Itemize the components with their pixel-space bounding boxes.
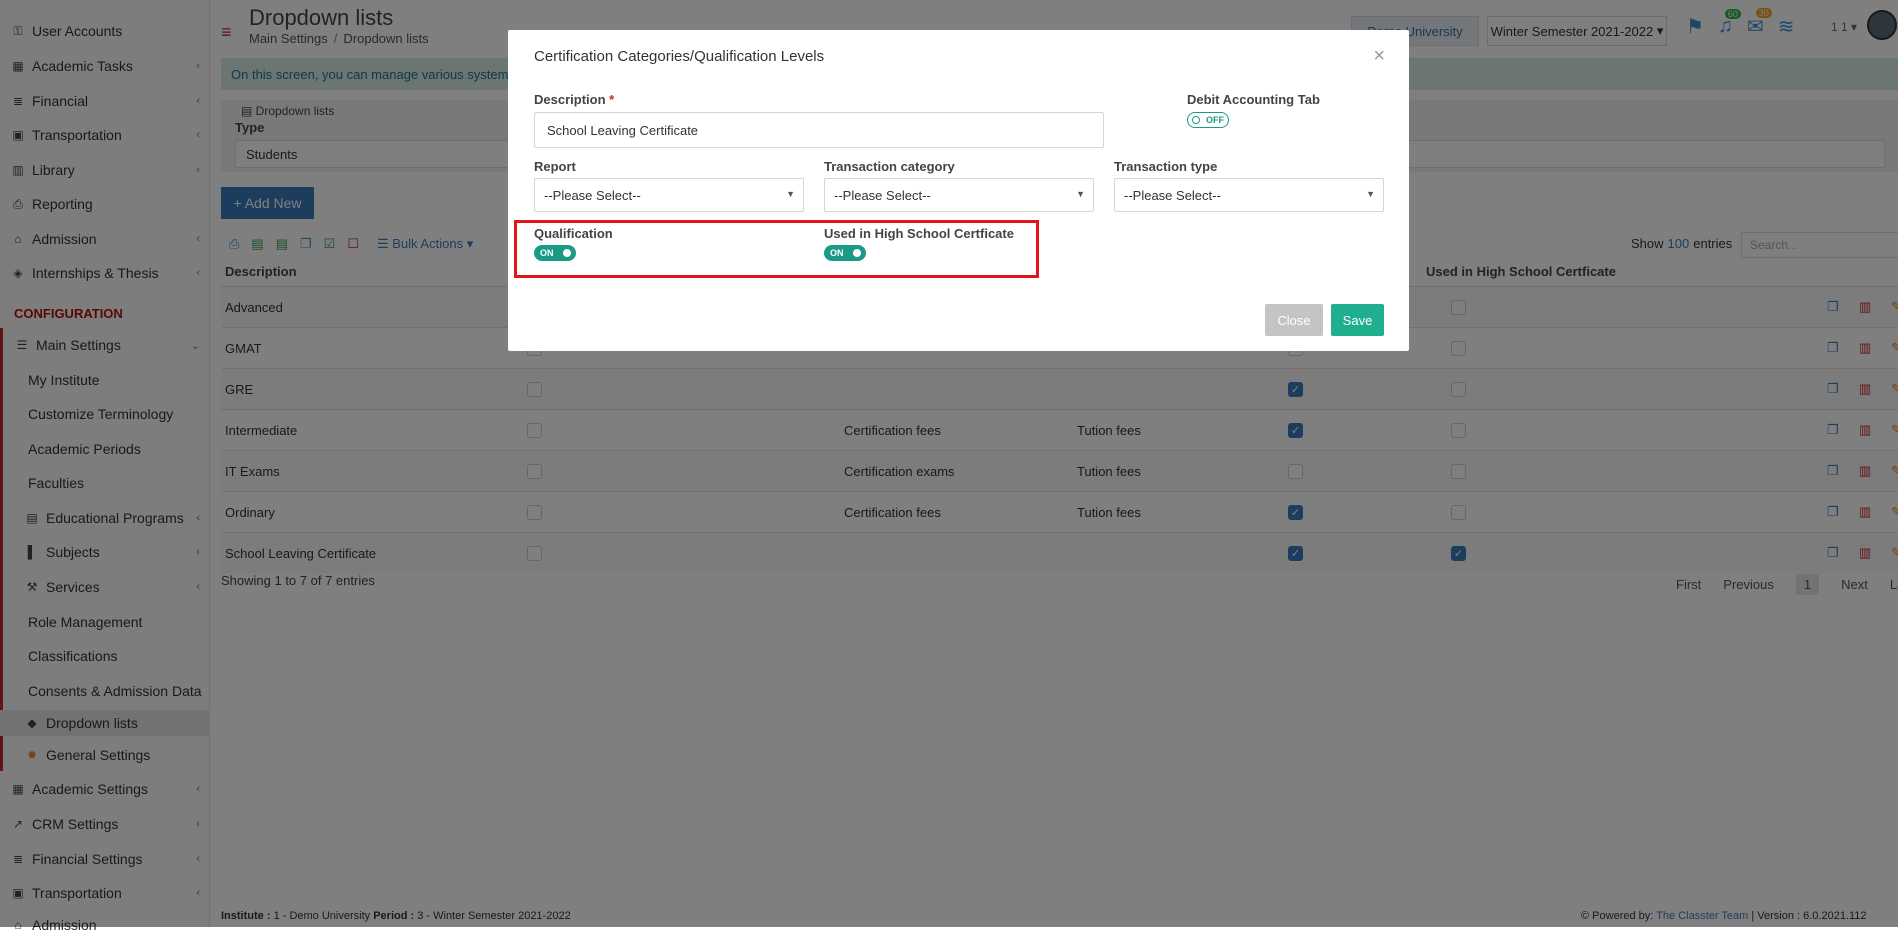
transaction-category-label: Transaction category [824,159,955,174]
transaction-category-select[interactable]: --Please Select-- ▼ [824,178,1094,212]
caret-down-icon: ▼ [1076,189,1085,199]
save-button[interactable]: Save [1331,304,1384,336]
report-label: Report [534,159,576,174]
toggle-text: OFF [1206,115,1224,125]
highlight-box [514,220,1039,278]
debit-accounting-toggle[interactable]: OFF [1187,112,1229,128]
debit-accounting-label: Debit Accounting Tab [1187,92,1320,107]
description-label-text: Description [534,92,606,107]
close-icon[interactable]: × [1373,45,1385,68]
report-value: --Please Select-- [544,188,641,203]
transaction-type-value: --Please Select-- [1124,188,1221,203]
caret-down-icon: ▼ [1366,189,1375,199]
transaction-type-label: Transaction type [1114,159,1218,174]
transaction-category-value: --Please Select-- [834,188,931,203]
transaction-type-select[interactable]: --Please Select-- ▼ [1114,178,1384,212]
description-field[interactable]: School Leaving Certificate [534,112,1104,148]
toggle-knob [1192,116,1200,124]
required-marker: * [609,92,615,107]
report-select[interactable]: --Please Select-- ▼ [534,178,804,212]
modal-title: Certification Categories/Qualification L… [534,48,825,65]
caret-down-icon: ▼ [786,189,795,199]
description-label: Description * [534,92,614,107]
close-button[interactable]: Close [1265,304,1323,336]
edit-modal: Certification Categories/Qualification L… [508,30,1409,351]
